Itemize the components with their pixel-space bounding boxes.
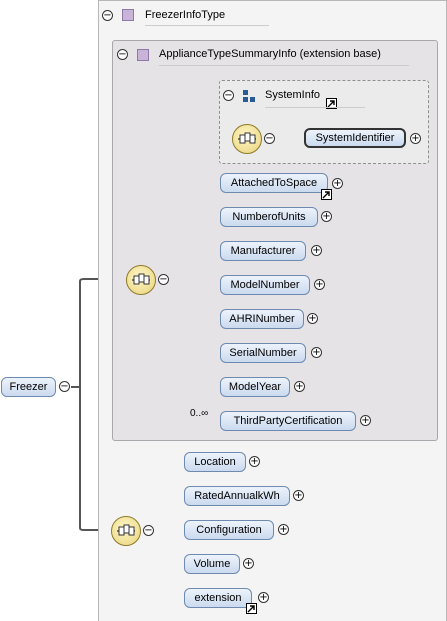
element-configuration[interactable]: Configuration [184, 520, 274, 540]
expand-toggle-location[interactable]: + [249, 456, 260, 467]
system-info-title: SystemInfo [265, 89, 321, 101]
reference-link-icon[interactable] [246, 603, 257, 614]
element-attached-to-space[interactable]: AttachedToSpace [220, 173, 328, 193]
expand-toggle-configuration[interactable]: + [278, 524, 289, 535]
root-element-freezer[interactable]: Freezer [1, 377, 56, 397]
collapse-toggle-root[interactable]: − [59, 381, 70, 392]
element-manufacturer[interactable]: Manufacturer [220, 241, 306, 261]
element-ahri-number[interactable]: AHRINumber [220, 309, 304, 329]
expand-toggle-number-of-units[interactable]: + [321, 211, 332, 222]
element-location[interactable]: Location [184, 452, 246, 472]
sequence-compositor-icon[interactable] [111, 516, 141, 546]
element-volume[interactable]: Volume [184, 554, 240, 574]
collapse-toggle-extension[interactable]: − [117, 49, 128, 60]
expand-toggle-third-party-certification[interactable]: + [360, 415, 371, 426]
expand-toggle-model-number[interactable]: + [314, 279, 325, 290]
reference-link-icon[interactable] [321, 189, 332, 200]
extension-title: ApplianceTypeSummaryInfo (extension base… [159, 48, 381, 60]
element-number-of-units[interactable]: NumberofUnits [220, 207, 318, 227]
sequence-compositor-icon[interactable] [126, 265, 156, 295]
expand-toggle-rated-annual-kwh[interactable]: + [293, 490, 304, 501]
element-extension[interactable]: extension [184, 588, 252, 608]
collapse-toggle-seq-system[interactable]: − [264, 133, 275, 144]
element-system-identifier[interactable]: SystemIdentifier [304, 128, 406, 148]
expand-toggle-serial-number[interactable]: + [311, 347, 322, 358]
expand-toggle-ahri-number[interactable]: + [307, 313, 318, 324]
element-serial-number[interactable]: SerialNumber [220, 343, 306, 363]
collapse-toggle-systeminfo[interactable]: − [223, 90, 234, 101]
sequence-compositor-icon[interactable] [232, 124, 262, 154]
collapse-toggle-seq-own[interactable]: − [143, 525, 154, 536]
expand-toggle-system-identifier[interactable]: + [410, 133, 421, 144]
system-info-divider [265, 107, 365, 108]
title-divider [145, 25, 269, 26]
expand-toggle-extension[interactable]: + [258, 592, 269, 603]
extension-divider [159, 65, 409, 66]
element-model-number[interactable]: ModelNumber [220, 275, 310, 295]
collapse-toggle-type[interactable]: − [102, 10, 113, 21]
cardinality-label: 0..∞ [190, 408, 209, 419]
complex-type-title: FreezerInfoType [145, 9, 226, 21]
expand-toggle-manufacturer[interactable]: + [311, 245, 322, 256]
collapse-toggle-seq-extension[interactable]: − [158, 274, 169, 285]
expand-toggle-model-year[interactable]: + [294, 381, 305, 392]
element-third-party-certification[interactable]: ThirdPartyCertification [220, 411, 356, 431]
complex-type-icon [122, 9, 134, 21]
expand-toggle-volume[interactable]: + [243, 558, 254, 569]
element-rated-annual-kwh[interactable]: RatedAnnualkWh [184, 486, 290, 506]
expand-toggle-attached-to-space[interactable]: + [332, 178, 343, 189]
group-icon [243, 90, 255, 102]
extension-icon [137, 49, 149, 61]
element-model-year[interactable]: ModelYear [220, 377, 290, 397]
